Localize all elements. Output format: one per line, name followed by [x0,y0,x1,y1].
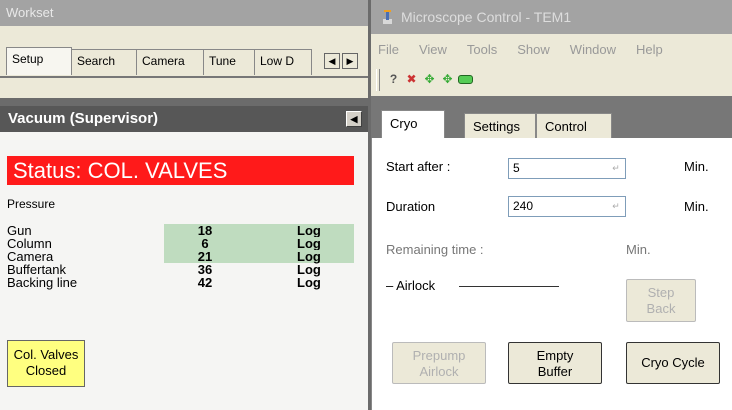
stage-icon[interactable]: ✥ [422,72,437,87]
right-pane: Microscope Control - TEM1 File View Tool… [371,0,732,410]
airlock-group-line [459,286,559,287]
empty-buffer-line2: Buffer [537,364,573,379]
airlock-dash: – [386,278,397,293]
enter-icon[interactable]: ↵ [609,161,623,176]
menu-help[interactable]: Help [636,42,663,64]
toolbar: ? ✖ ✥ ✥ [371,64,732,96]
duration-unit: Min. [684,199,709,214]
cryo-cycle-button[interactable]: Cryo Cycle [626,342,720,384]
help-icon[interactable]: ? [386,72,401,87]
duration-input[interactable]: 240 ↵ [508,196,626,217]
start-after-label: Start after : [386,159,451,174]
vacuum-title: Vacuum (Supervisor) [8,110,159,127]
airlock-group-label: – Airlock [386,278,435,293]
duration-value: 240 [513,199,534,213]
menu-bar: File View Tools Show Window Help [371,34,732,64]
start-after-value: 5 [513,161,520,175]
pressure-label: Pressure [7,197,56,211]
window-titlebar: Microscope Control - TEM1 [371,0,732,34]
remaining-time-label: Remaining time : [386,242,484,257]
col-valves-closed-indicator[interactable]: Col. Valves Closed [7,340,85,387]
toolbar-grip[interactable] [376,69,380,91]
menu-window[interactable]: Window [570,42,616,64]
empty-buffer-button[interactable]: Empty Buffer [508,342,602,384]
status-banner: Status: COL. VALVES [7,156,354,185]
prepump-airlock-button[interactable]: Prepump Airlock [392,342,486,384]
collapse-button[interactable]: ◀ [346,111,362,127]
left-pane: Workset Setup Search Camera Tune Low D ◀… [0,0,368,410]
tab-control[interactable]: Control [536,113,612,138]
step-back-line1: Step [647,285,675,300]
empty-buffer-line1: Empty [536,348,574,363]
tab-scroll-right-button[interactable]: ▶ [342,53,358,69]
tab-scroll-left-button[interactable]: ◀ [324,53,340,69]
scope-off-icon[interactable]: ✖ [404,72,419,87]
pressure-value: 42 [197,275,213,290]
pressure-table: Gun 18 Log Column 6 Log Camera 21 Log Bu… [7,224,354,289]
tab-setup[interactable]: Setup [6,47,72,75]
valves-line1: Col. Valves [13,347,79,362]
menu-view[interactable]: View [419,42,447,64]
step-back-line2: Back [646,301,676,316]
cryo-panel: Start after : 5 ↵ Min. Duration 240 ↵ Mi… [371,138,732,410]
tab-cryo[interactable]: Cryo [381,110,445,138]
tab-camera[interactable]: Camera [136,49,204,75]
menu-show[interactable]: Show [517,42,550,64]
vacuum-panel-header: Vacuum (Supervisor) ◀ [0,106,368,132]
remaining-time-unit: Min. [626,242,651,257]
enter-icon[interactable]: ↵ [609,199,623,214]
panel-divider [0,98,368,106]
window-title: Microscope Control - TEM1 [401,9,572,25]
tab-search[interactable]: Search [71,49,137,75]
prepump-line2: Airlock [419,364,459,379]
vacuum-panel-body: Status: COL. VALVES Pressure Gun 18 Log … [0,132,368,410]
pressure-row-backing-line: Backing line 42 Log [7,276,354,289]
control-tabs: Cryo Settings Control [371,98,732,138]
start-after-unit: Min. [684,159,709,174]
valves-line2: Closed [25,363,67,378]
tab-tune[interactable]: Tune [203,49,255,75]
settings-icon[interactable]: ✥ [440,72,455,87]
start-after-input[interactable]: 5 ↵ [508,158,626,179]
tab-low-dose[interactable]: Low D [254,49,312,75]
pressure-unit: Log [297,275,321,290]
step-back-button[interactable]: Step Back [626,279,696,322]
tab-settings[interactable]: Settings [464,113,536,138]
airlock-label: Airlock [396,278,436,293]
workset-tabs: Setup Search Camera Tune Low D [6,47,312,75]
status-led-icon[interactable] [458,75,473,84]
pressure-name: Backing line [7,275,78,290]
prepump-line1: Prepump [412,348,466,363]
menu-file[interactable]: File [378,42,399,64]
workset-title: Workset [0,0,368,26]
menu-tools[interactable]: Tools [467,42,497,64]
duration-label: Duration [386,199,436,214]
microscope-app-icon [383,10,392,24]
